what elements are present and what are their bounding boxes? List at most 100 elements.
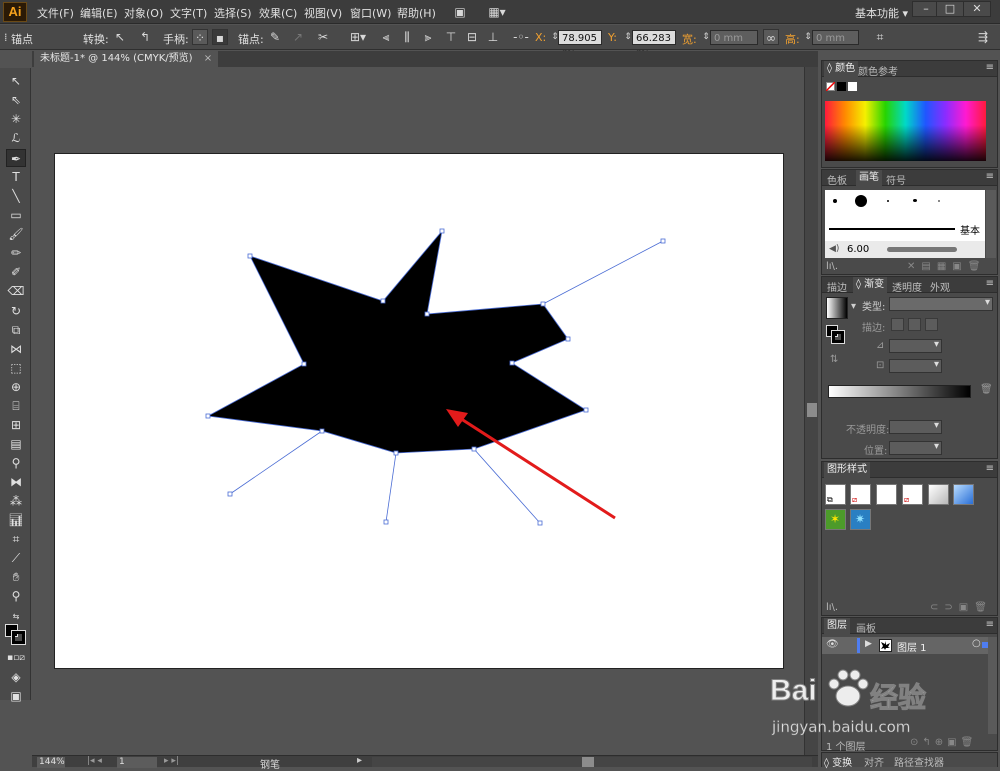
bottom-panel-tabs: ◊ 变换 对齐 路径查找器 xyxy=(821,752,998,769)
artboard-nav-icon[interactable]: |◂ ◂ xyxy=(87,756,102,766)
layer-row[interactable]: 👁︎ ▶ 图层 1 ○ xyxy=(822,637,988,654)
graphic-styles-library-icon[interactable]: lı\. xyxy=(826,602,838,613)
stroke-along-icon[interactable] xyxy=(908,318,921,331)
style-white-none[interactable]: ⧄ xyxy=(902,484,923,505)
style-default[interactable]: ⧉ xyxy=(825,484,846,505)
graphic-styles-panel: 图形样式 ≡ ⧉ ⧄ ⧄ ✶ ✷ lı\. ⊂⊃▣🗑︎ xyxy=(821,461,998,616)
layer-target-icon[interactable]: ○ xyxy=(972,638,981,649)
style-blue-gloss[interactable] xyxy=(953,484,974,505)
layers-footer-icons[interactable]: ⊙↰⊕▣🗑︎ xyxy=(910,737,977,748)
reverse-gradient-icon[interactable]: ⇅ xyxy=(830,354,838,365)
color-panel-menu-icon[interactable]: ≡ xyxy=(986,62,994,73)
basic-brush-label: 基本 xyxy=(960,226,980,237)
tab-appearance[interactable]: 外观 xyxy=(930,279,950,294)
angle-icon: ⊿ xyxy=(876,340,885,351)
zoom-field[interactable]: 144% xyxy=(37,757,65,768)
gradient-slider[interactable] xyxy=(828,385,971,398)
layers-scrollbar[interactable] xyxy=(988,637,997,734)
brush-list[interactable]: 基本 ◀︎) 6.00 xyxy=(825,190,985,258)
layer-thumbnail xyxy=(879,639,892,652)
gradient-preview-swatch[interactable] xyxy=(826,297,848,319)
gradient-type-label: 类型: xyxy=(862,302,886,313)
brush-dot-faint[interactable] xyxy=(938,200,940,202)
angle-field[interactable] xyxy=(889,339,942,353)
brush-dot-large[interactable] xyxy=(855,195,867,207)
brush-footer-icons[interactable]: ✕▤▦▣🗑︎ xyxy=(907,261,986,272)
delete-stop-icon[interactable]: 🗑︎ xyxy=(980,384,993,395)
volume-icon: ◀︎) xyxy=(829,244,840,254)
style-blue-pattern[interactable]: ✷ xyxy=(850,509,871,530)
brush-list-scrollbar[interactable] xyxy=(986,190,996,258)
artboard-next-icon[interactable]: ▸ ▸| xyxy=(164,756,179,766)
location-field[interactable] xyxy=(889,441,942,455)
style-default-stroke[interactable]: ⧄ xyxy=(850,484,871,505)
paw-logo-icon xyxy=(828,669,869,707)
tab-stroke[interactable]: 描边 xyxy=(827,279,847,294)
color-spectrum[interactable] xyxy=(825,101,986,161)
tab-brushes[interactable]: 画笔 xyxy=(856,170,882,186)
style-shadow[interactable] xyxy=(928,484,949,505)
tab-graphic-styles[interactable]: 图形样式 xyxy=(824,462,870,478)
tab-layers[interactable]: 图层 xyxy=(824,618,850,634)
status-menu-icon[interactable]: ▸ xyxy=(357,755,362,766)
gradient-panel-tabs: 描边 ◊ 渐变 透明度 外观 ≡ xyxy=(822,277,997,294)
color-panel: ◊ 颜色 颜色参考 ≡ xyxy=(821,60,998,168)
expand-layer-icon[interactable]: ▶ xyxy=(865,639,872,649)
gradient-stroke-icon[interactable] xyxy=(831,330,845,344)
starburst-shape[interactable] xyxy=(206,229,664,524)
horizontal-scrollbar[interactable] xyxy=(372,757,812,767)
layers-panel-menu-icon[interactable]: ≡ xyxy=(986,619,994,630)
brush-dot-small[interactable] xyxy=(833,199,837,203)
style-white[interactable] xyxy=(876,484,897,505)
visibility-eye-icon[interactable]: 👁︎ xyxy=(826,639,839,650)
tab-swatches[interactable]: 色板 xyxy=(827,172,847,187)
graphic-styles-menu-icon[interactable]: ≡ xyxy=(986,463,994,474)
scrollbar-thumb[interactable] xyxy=(807,403,817,417)
graphic-styles-footer-icons[interactable]: ⊂⊃▣🗑︎ xyxy=(930,602,993,613)
status-bar: 144% |◂ ◂ 1 ▸ ▸| 钢笔 ▸ xyxy=(32,755,818,771)
gradient-type-dropdown[interactable] xyxy=(889,297,993,311)
layers-panel-tabs: 图层 画板 ≡ xyxy=(822,618,997,635)
watermark-brand2-text: 经验 xyxy=(869,681,927,715)
none-swatch[interactable] xyxy=(826,82,835,91)
graphic-styles-tabs: 图形样式 ≡ xyxy=(822,462,997,478)
artistic-brush-stroke xyxy=(887,247,957,252)
tab-gradient[interactable]: ◊ 渐变 xyxy=(853,277,888,293)
style-green-pattern[interactable]: ✶ xyxy=(825,509,846,530)
gradient-panel-menu-icon[interactable]: ≡ xyxy=(986,278,994,289)
white-swatch[interactable] xyxy=(848,82,857,91)
brushes-panel-menu-icon[interactable]: ≡ xyxy=(986,171,994,182)
aspect-ratio-icon: ⊡ xyxy=(876,360,885,371)
artistic-brush-row[interactable]: ◀︎) 6.00 xyxy=(825,241,985,258)
black-swatch[interactable] xyxy=(837,82,846,91)
brushes-panel-tabs: 色板 画笔 符号 ≡ xyxy=(822,170,997,187)
right-panel-dock: ◊ 颜色 颜色参考 ≡ 色板 画笔 符号 ≡ 基本 ◀︎) 6.00 lı\. … xyxy=(818,60,1000,769)
layer-count-label: 1 个图层 xyxy=(826,742,866,753)
stroke-across-icon[interactable] xyxy=(925,318,938,331)
aspect-ratio-field[interactable] xyxy=(889,359,942,373)
opacity-field[interactable] xyxy=(889,420,942,434)
vertical-scrollbar[interactable] xyxy=(804,67,818,755)
stroke-within-icon[interactable] xyxy=(891,318,904,331)
tab-color-guide[interactable]: 颜色参考 xyxy=(858,63,898,78)
layer-color-marker xyxy=(857,638,860,653)
tab-symbols[interactable]: 符号 xyxy=(886,172,906,187)
basic-brush-stroke[interactable] xyxy=(829,228,955,230)
brush-library-icon[interactable]: lı\. xyxy=(826,261,838,272)
color-panel-tabs: ◊ 颜色 颜色参考 ≡ xyxy=(822,61,997,78)
hscroll-thumb[interactable] xyxy=(582,757,594,767)
gradient-preview-dropdown-icon[interactable]: ▾ xyxy=(851,301,856,312)
watermark-url: jingyan.baidu.com xyxy=(772,718,911,737)
brush-size-label: 6.00 xyxy=(847,244,870,255)
artboard-page-field[interactable]: 1 xyxy=(117,757,157,768)
tab-artboards[interactable]: 画板 xyxy=(856,620,876,635)
current-tool-label: 钢笔 xyxy=(260,760,280,771)
watermark-brand-text: Bai xyxy=(770,674,818,708)
tab-color[interactable]: ◊ 颜色 xyxy=(824,61,859,77)
gradient-panel: 描边 ◊ 渐变 透明度 外观 ≡ ▾ ⇅ 类型: 描边: ⊿ ⊡ 🗑︎ 不透明度… xyxy=(821,276,998,459)
opacity-label: 不透明度: xyxy=(846,425,890,436)
layer-name[interactable]: 图层 1 xyxy=(897,639,927,654)
brush-dot-tiny[interactable] xyxy=(887,200,889,202)
tab-transparency[interactable]: 透明度 xyxy=(892,279,922,294)
brush-dot-oval[interactable] xyxy=(913,199,917,202)
